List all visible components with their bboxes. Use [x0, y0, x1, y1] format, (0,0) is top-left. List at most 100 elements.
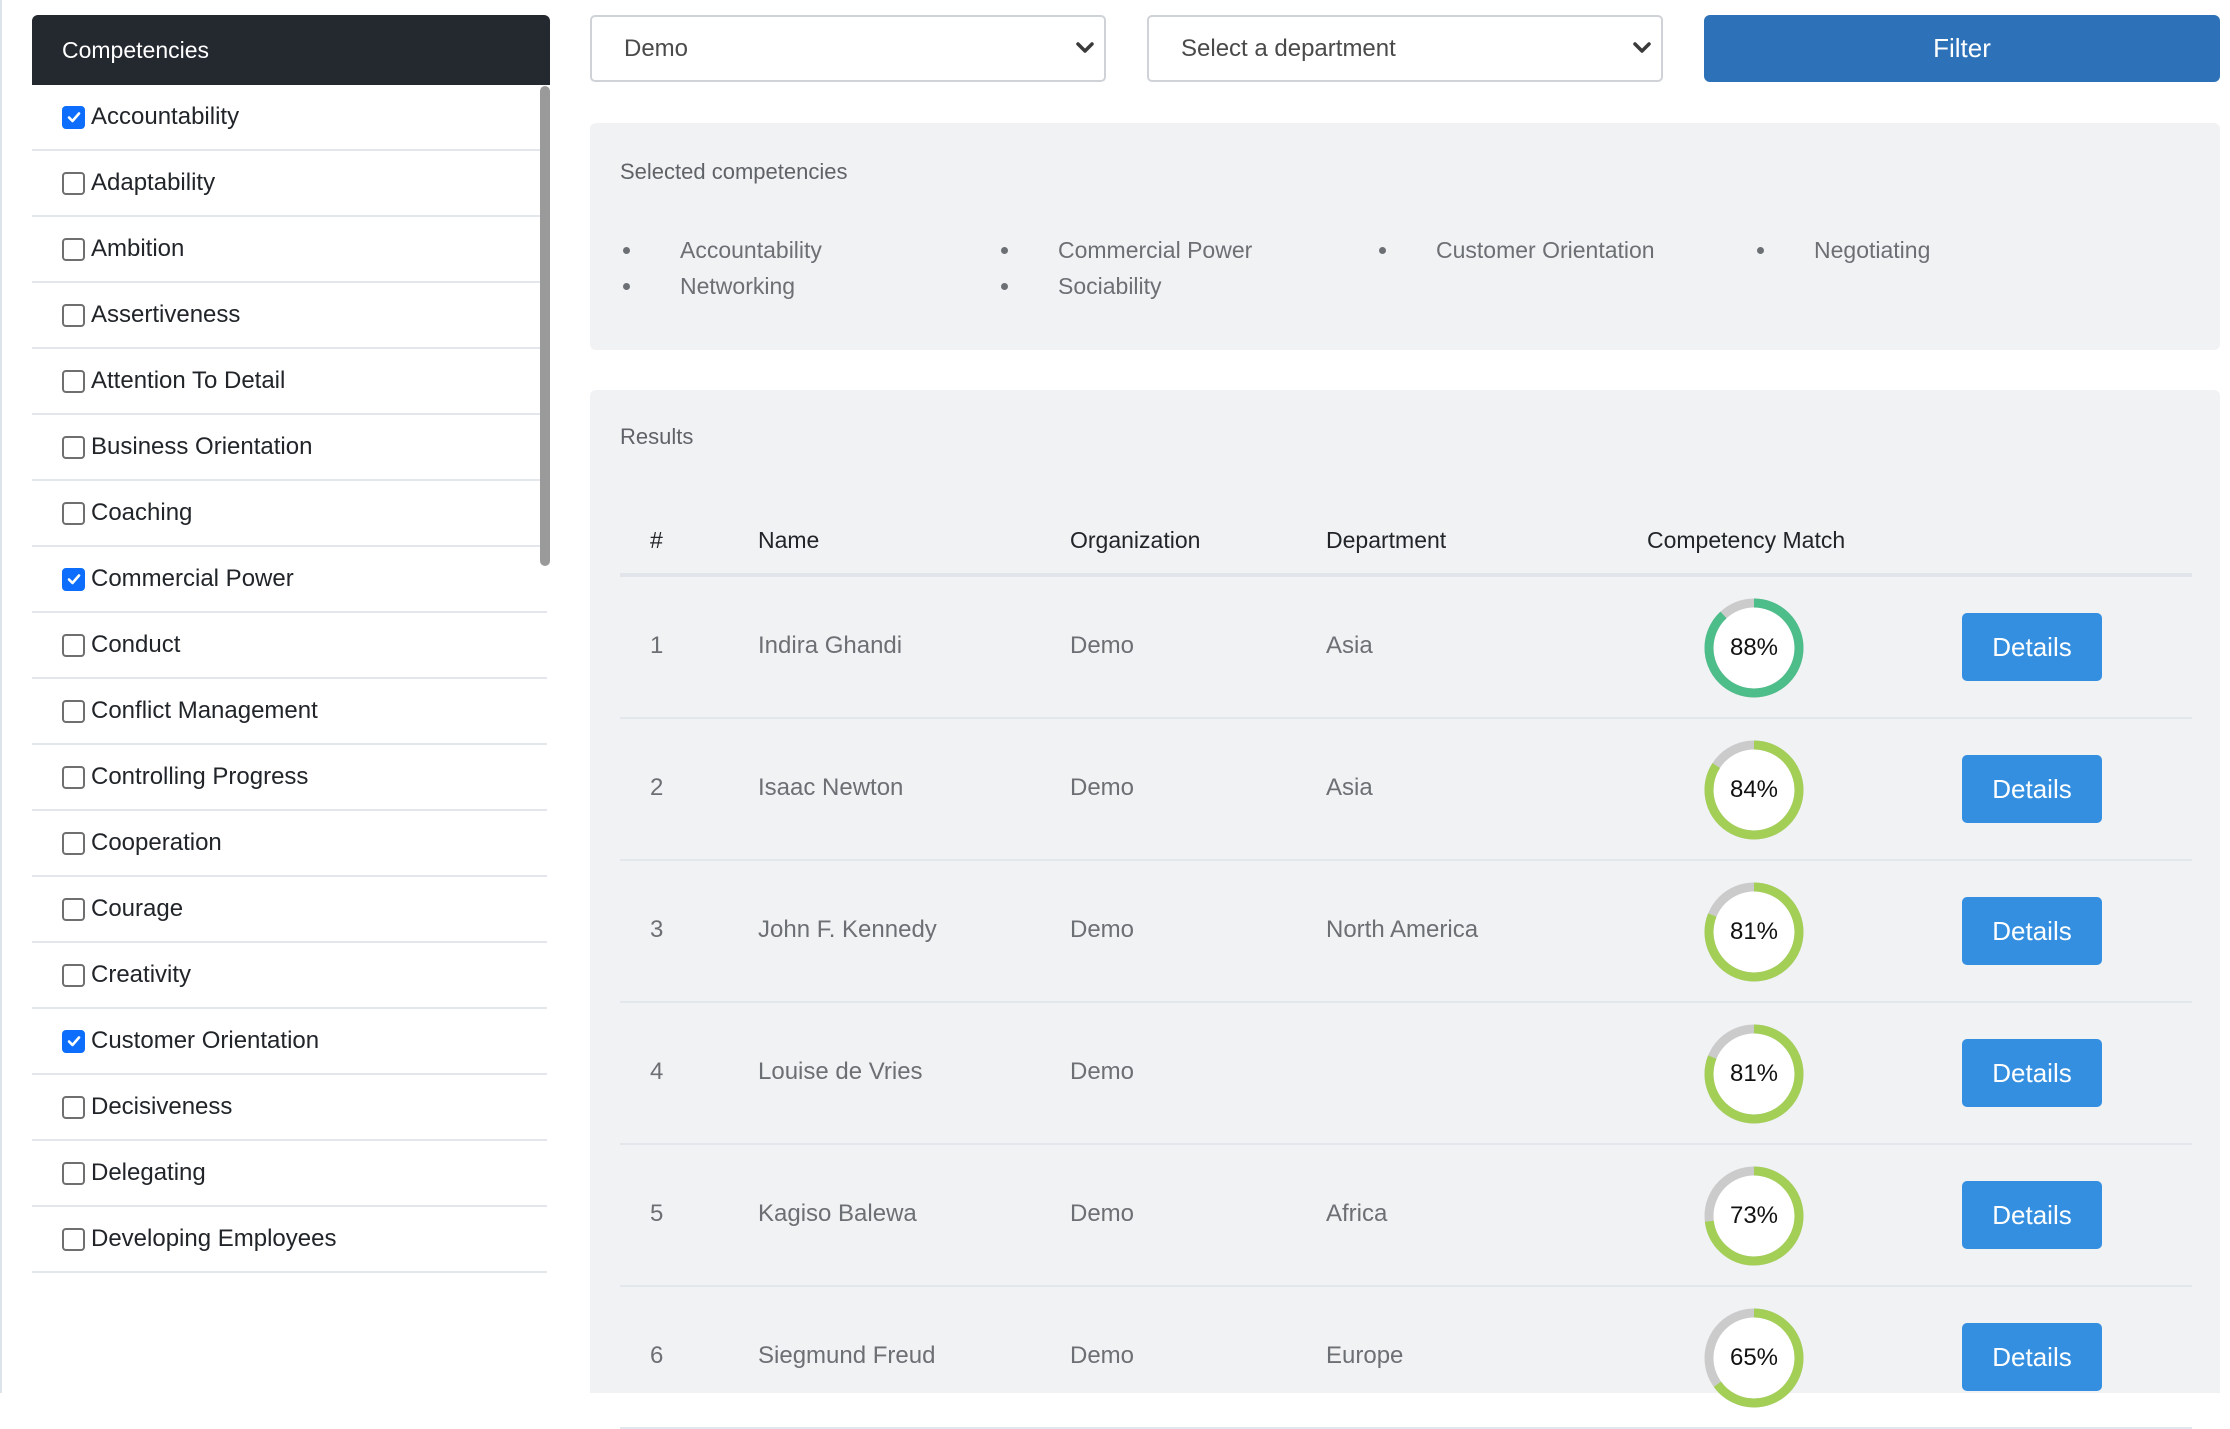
match-percentage: 81% — [1729, 918, 1779, 945]
competency-item[interactable]: Customer Orientation — [32, 1009, 547, 1075]
filter-button[interactable]: Filter — [1704, 15, 2220, 82]
row-number: 2 — [650, 774, 664, 801]
competency-label: Accountability — [91, 103, 240, 130]
competencies-sidebar: Competencies Accountability Adaptability A… — [32, 15, 550, 1393]
competency-checkbox[interactable] — [62, 1227, 85, 1251]
competency-label: Courage — [91, 895, 184, 922]
competency-item[interactable]: Delegating — [32, 1141, 547, 1207]
competency-item[interactable]: Conduct — [32, 613, 547, 679]
header-number: # — [650, 527, 663, 553]
competency-checkbox[interactable] — [62, 567, 85, 591]
table-row: 5 Kagiso Balewa Demo Africa 73% Details — [620, 1145, 2192, 1287]
competency-item[interactable]: Decisiveness — [32, 1075, 547, 1141]
checkmark-icon — [67, 112, 80, 123]
competency-item[interactable]: Cooperation — [32, 811, 547, 877]
competency-item[interactable]: Developing Employees — [32, 1207, 547, 1273]
details-button[interactable]: Details — [1962, 1039, 2102, 1107]
row-number: 5 — [650, 1200, 664, 1227]
competency-checkbox[interactable] — [62, 897, 85, 921]
competency-checkbox[interactable] — [62, 633, 85, 657]
competency-item[interactable]: Attention To Detail — [32, 349, 547, 415]
competency-checkbox[interactable] — [62, 963, 85, 987]
header-department: Department — [1326, 527, 1447, 553]
chevron-down-icon — [1076, 42, 1094, 53]
competency-item[interactable]: Controlling Progress — [32, 745, 547, 811]
match-percentage: 84% — [1729, 776, 1779, 803]
match-percentage: 88% — [1729, 634, 1779, 661]
header-organization: Organization — [1070, 527, 1201, 553]
competency-checkbox[interactable] — [62, 1095, 85, 1119]
competency-checkbox[interactable] — [62, 501, 85, 525]
organization-select-value: Demo — [624, 34, 689, 62]
competency-item[interactable]: Conflict Management — [32, 679, 547, 745]
details-button[interactable]: Details — [1962, 1323, 2102, 1391]
competency-label: Decisiveness — [91, 1093, 233, 1120]
table-row: 3 John F. Kennedy Demo North America 81% Deta… — [620, 861, 2192, 1003]
row-organization: Demo — [1070, 916, 1135, 943]
details-button[interactable]: Details — [1962, 755, 2102, 823]
checkmark-icon — [67, 574, 80, 585]
competency-label: Assertiveness — [91, 301, 241, 328]
selected-competency-label: Customer Orientation — [1436, 236, 1655, 263]
details-button[interactable]: Details — [1962, 613, 2102, 681]
competency-checkbox[interactable] — [62, 105, 85, 129]
competency-checkbox[interactable] — [62, 831, 85, 855]
results-title: Results — [620, 424, 694, 449]
competency-checkbox[interactable] — [62, 237, 85, 261]
row-number: 3 — [650, 916, 664, 943]
department-select[interactable]: Select a department — [1147, 15, 1663, 82]
department-select-placeholder: Select a department — [1181, 34, 1396, 62]
chevron-down-icon — [1633, 42, 1651, 53]
row-organization: Demo — [1070, 1342, 1135, 1369]
header-competency-match: Competency Match — [1647, 527, 1846, 553]
competency-checkbox[interactable] — [62, 303, 85, 327]
sidebar-scrollbar[interactable] — [540, 86, 550, 566]
selected-competency: Accountability — [620, 233, 998, 267]
row-department: Asia — [1326, 632, 1373, 659]
checkmark-icon — [67, 1036, 80, 1047]
selected-competency: Negotiating — [1754, 233, 2132, 267]
details-button[interactable]: Details — [1962, 897, 2102, 965]
selected-competency: Sociability — [998, 269, 1376, 303]
competency-checkbox[interactable] — [62, 369, 85, 393]
competency-label: Controlling Progress — [91, 763, 309, 790]
match-percentage: 81% — [1729, 1060, 1779, 1087]
competency-item[interactable]: Accountability — [32, 85, 547, 151]
competency-item[interactable]: Creativity — [32, 943, 547, 1009]
row-department: Europe — [1326, 1342, 1404, 1369]
competency-item[interactable]: Assertiveness — [32, 283, 547, 349]
competency-item[interactable]: Business Orientation — [32, 415, 547, 481]
table-row: 6 Siegmund Freud Demo Europe 65% Details — [620, 1287, 2192, 1429]
competency-label: Cooperation — [91, 829, 222, 856]
match-percentage: 73% — [1729, 1202, 1779, 1229]
competency-label: Business Orientation — [91, 433, 313, 460]
competency-item[interactable]: Coaching — [32, 481, 547, 547]
table-row: 2 Isaac Newton Demo Asia 84% Details — [620, 719, 2192, 861]
competency-checkbox[interactable] — [62, 1161, 85, 1185]
competency-checkbox[interactable] — [62, 171, 85, 195]
row-organization: Demo — [1070, 774, 1135, 801]
row-name: Louise de Vries — [758, 1058, 923, 1085]
match-percentage: 65% — [1729, 1344, 1779, 1371]
competency-label: Ambition — [91, 235, 185, 262]
competency-checkbox[interactable] — [62, 765, 85, 789]
competency-checkbox[interactable] — [62, 699, 85, 723]
competency-item[interactable]: Adaptability — [32, 151, 547, 217]
sidebar-title: Competencies — [32, 15, 550, 85]
bullet-icon — [623, 246, 630, 254]
competency-label: Adaptability — [91, 169, 216, 196]
competency-checkbox[interactable] — [62, 435, 85, 459]
competency-checkbox[interactable] — [62, 1029, 85, 1053]
competency-label: Commercial Power — [91, 565, 294, 592]
selected-competency: Networking — [620, 269, 998, 303]
competency-list[interactable]: Accountability Adaptability Ambition Assert… — [32, 85, 550, 1335]
competency-item[interactable]: Ambition — [32, 217, 547, 283]
competency-item[interactable]: Commercial Power — [32, 547, 547, 613]
organization-select[interactable]: Demo — [590, 15, 1106, 82]
row-organization: Demo — [1070, 632, 1135, 659]
competency-item[interactable]: Courage — [32, 877, 547, 943]
details-button[interactable]: Details — [1962, 1181, 2102, 1249]
row-organization: Demo — [1070, 1058, 1135, 1085]
selected-competency-label: Networking — [680, 272, 796, 299]
selected-competencies-list: Accountability Commercial Power Customer O… — [620, 233, 2140, 303]
